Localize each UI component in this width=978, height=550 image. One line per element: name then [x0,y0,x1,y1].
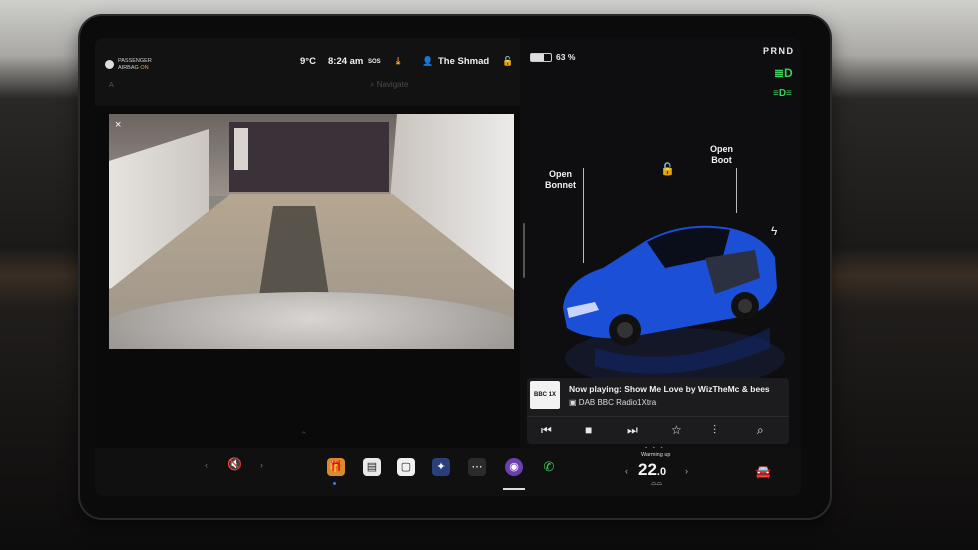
sos-icon[interactable]: SOS [368,59,381,65]
station-line: ▣ DAB BBC Radio1Xtra [569,398,656,407]
stop-icon[interactable]: ■ [585,423,592,437]
theater-app-icon[interactable]: ✦ [432,458,450,476]
radio-icon: ▣ [569,398,577,407]
airbag-line1: PASSENGER [118,58,152,64]
status-bar: PASSENGER AIRBAG ON A 9°C 8:24 am SOS ⤓ … [95,38,520,106]
temp-up-chevron-icon[interactable]: › [685,466,688,476]
camera-app-icon[interactable]: ◉ [505,458,523,476]
car-controls-icon[interactable]: 🚘 [755,464,771,480]
battery-indicator: 63 % [530,52,576,63]
clock: 8:24 am [328,56,364,67]
outside-temperature: 9°C [300,56,316,67]
temp-decimal: .0 [656,466,667,478]
cabin-temperature[interactable]: 22.0 [638,460,666,480]
gear-selector: PRND [763,46,795,56]
media-player: BBC 1X Now playing: Show Me Love by WizT… [527,378,789,444]
next-track-icon[interactable]: ⏭ [627,423,638,438]
open-boot-button[interactable]: Open Boot [710,144,733,166]
more-apps-icon[interactable]: ⋯ [468,458,486,476]
now-playing-title: Now playing: Show Me Love by WizTheMc & … [569,384,770,394]
profile-icon[interactable]: 👤 [422,56,433,67]
battery-fill [531,54,544,62]
search-icon[interactable]: ⌕ [757,423,764,438]
equalizer-icon[interactable]: ⫶ [713,423,716,438]
download-icon[interactable]: ⤓ [396,56,400,67]
bottom-dock: ‹ 🔇 › 🎁 ▤ ▢ ✦ ⋯ ◉ ✆ Warming up ‹ 22.0 › … [95,448,801,496]
calendar-app-icon[interactable]: ▤ [363,458,381,476]
mute-speaker-icon[interactable]: 🔇 [227,457,242,471]
rear-camera-view[interactable]: × [109,114,514,349]
airbag-icon [105,60,114,69]
battery-percent: 63 % [556,52,576,62]
temp-main: 22 [638,460,657,479]
parking-light-icon: ≡D≡ [773,88,792,99]
phone-icon[interactable]: ✆ [540,458,558,476]
passenger-airbag-indicator: PASSENGER AIRBAG ON [105,58,152,72]
previous-track-icon[interactable]: ⏮ [541,423,552,438]
camera-back-wall [229,122,389,192]
headlight-icon: ≣D [774,66,793,80]
volume-up-chevron-icon[interactable]: › [260,460,263,470]
temp-down-chevron-icon[interactable]: ‹ [625,466,628,476]
battery-icon [530,53,552,63]
chevron-up-icon[interactable]: ⌃ [300,430,308,441]
station-name: DAB BBC Radio1Xtra [578,398,657,407]
open-boot-line2: Boot [711,155,732,165]
active-app-dot [333,482,336,485]
toybox-app-icon[interactable]: 🎁 [327,458,345,476]
camera-door [234,128,248,170]
open-bonnet-button[interactable]: Open Bonnet [545,169,576,191]
notes-app-icon[interactable]: ▢ [397,458,415,476]
door-unlock-icon[interactable]: 🔓 [660,162,675,176]
fan-auto-label: A [109,82,114,89]
navigate-search[interactable]: ⌕ Navigate [370,80,408,90]
touchscreen: PASSENGER AIRBAG ON A 9°C 8:24 am SOS ⤓ … [95,38,801,496]
open-bonnet-line2: Bonnet [545,180,576,190]
profile-name[interactable]: The Shmad [438,56,489,67]
seat-heater-icon[interactable]: ⌓⌓ [651,480,662,488]
active-app-underline [503,488,525,490]
open-bonnet-line1: Open [548,169,572,179]
search-placeholder: Navigate [376,80,409,89]
close-icon[interactable]: × [115,119,121,131]
panel-resize-handle[interactable] [523,223,525,278]
airbag-state: ON [140,65,149,71]
open-boot-line1: Open [710,144,734,154]
car-model-3d[interactable] [555,198,795,398]
volume-down-chevron-icon[interactable]: ‹ [205,460,208,470]
station-artwork: BBC 1X [530,381,560,409]
favorite-star-icon[interactable]: ☆ [671,423,682,437]
media-controls: ⏮ ■ ⏭ ☆ ⫶ ⌕ [527,416,789,445]
climate-status: Warming up [641,452,671,458]
unlock-icon[interactable]: 🔓 [502,56,513,67]
airbag-line2: AIRBAG [118,65,139,71]
